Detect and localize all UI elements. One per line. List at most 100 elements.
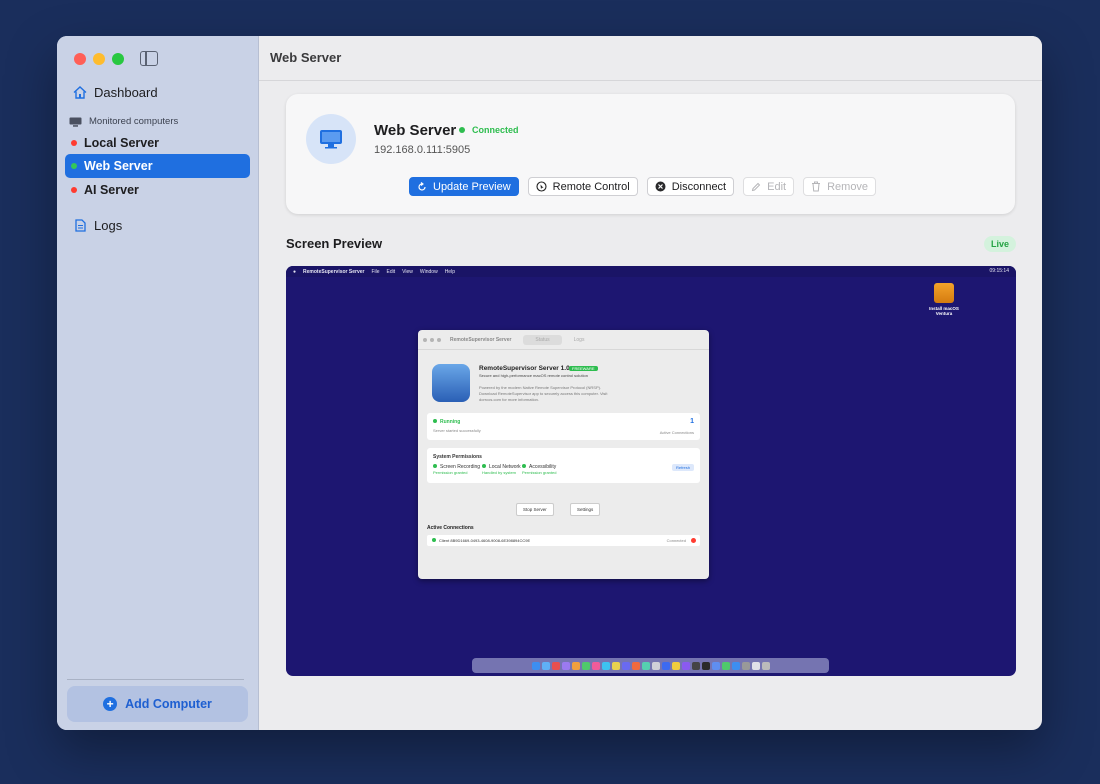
status-dot [71, 163, 77, 169]
remote-connection-count: 1 [690, 418, 694, 425]
remote-control-icon [536, 181, 547, 192]
status-dot [459, 127, 465, 133]
sidebar-toggle-icon[interactable] [140, 51, 158, 66]
status-badge: Connected [459, 125, 519, 135]
remove-button[interactable]: Remove [803, 177, 877, 196]
title-bar: Web Server [259, 36, 1042, 81]
disconnect-label: Disconnect [671, 180, 727, 193]
computer-name: Web Server [374, 122, 457, 139]
computer-card: Web Server Connected 192.168.0.111:5905 … [286, 94, 1015, 214]
house-icon [72, 85, 88, 99]
remote-app-long: Powered by the modern Native Remote Supe… [479, 385, 608, 402]
trash-icon [811, 181, 821, 192]
remote-menu: Help [444, 268, 455, 275]
main-content: Web Server Web Server Connected 192.168.… [259, 36, 1042, 730]
remote-refresh: Refresh [671, 464, 694, 471]
remote-app-badge: FREEWARE [569, 366, 598, 371]
close-button[interactable] [74, 53, 86, 65]
remote-menubar: ● RemoteSupervisor Server File Edit View… [286, 266, 1016, 277]
update-preview-button[interactable]: Update Preview [409, 177, 519, 196]
server-label: Web Server [84, 159, 153, 173]
live-badge: Live [984, 236, 1017, 252]
server-label: AI Server [84, 183, 139, 197]
desktop-icon [319, 129, 343, 149]
section-title: Screen Preview [286, 236, 383, 251]
edit-label: Edit [767, 180, 787, 193]
desktop-icon-label: Install macOS Ventura [929, 306, 959, 316]
status-dot [71, 187, 77, 193]
sidebar-item-ai-server[interactable]: AI Server [65, 178, 250, 202]
monitor-icon [69, 117, 82, 127]
avatar [306, 114, 356, 164]
sidebar-item-dashboard[interactable]: Dashboard [65, 80, 250, 104]
remote-dot [423, 337, 427, 342]
update-preview-label: Update Preview [433, 180, 511, 193]
remote-running-sub: Server started successfully [433, 428, 481, 433]
document-icon [72, 218, 88, 232]
remote-titlebar: RemoteSupervisor Server Status Logs [418, 330, 709, 350]
sidebar-item-label: Logs [94, 217, 123, 233]
remote-status-card: Running Server started successfully 1 Ac… [427, 413, 700, 440]
remote-settings-button: Settings [570, 503, 601, 516]
section-label-text: Monitored computers [89, 116, 179, 127]
installer-icon [934, 283, 954, 303]
sidebar-item-local-server[interactable]: Local Server [65, 131, 250, 155]
remote-active-title: Active Connections [427, 525, 474, 531]
computer-address: 192.168.0.111:5905 [374, 144, 471, 156]
remote-clock: 09:15:14 [989, 268, 1009, 274]
remote-app-desc: Secure and high-performance macOS remote… [479, 373, 588, 378]
minimize-button[interactable] [93, 53, 105, 65]
plus-icon: + [103, 697, 118, 711]
remote-menu: File [371, 268, 380, 275]
screen-preview[interactable]: ● RemoteSupervisor Server File Edit View… [286, 266, 1016, 676]
remote-control-label: Remote Control [552, 180, 630, 193]
desktop-installer-icon: Install macOS Ventura [924, 283, 964, 316]
status-text: Connected [472, 125, 519, 135]
sidebar-item-web-server[interactable]: Web Server [65, 154, 250, 178]
remote-menu: Edit [386, 268, 396, 275]
remote-connection-row: Client 8B9D1669-0493-4608-9008-6E398894C… [427, 535, 700, 546]
add-computer-label: Add Computer [125, 697, 212, 711]
remote-dock [472, 658, 829, 673]
refresh-icon [417, 181, 427, 192]
server-label: Local Server [84, 136, 160, 150]
remote-window-title: RemoteSupervisor Server [450, 336, 512, 343]
remote-tab-status: Status [523, 334, 562, 345]
app-icon [432, 364, 470, 402]
remote-menu: View [402, 268, 413, 275]
add-computer-button[interactable]: + Add Computer [67, 686, 248, 722]
action-buttons: Update Preview Remote Control Disconnect [409, 177, 877, 196]
remote-connection-label: Active Connections [659, 430, 694, 435]
remote-tab-logs: Logs [573, 336, 585, 343]
remote-running: Running [433, 419, 460, 425]
x-circle-icon [655, 181, 666, 192]
remote-menu: Window [419, 268, 438, 275]
remote-app-name: RemoteSupervisor Server [303, 268, 365, 275]
sidebar-item-label: Dashboard [94, 84, 158, 100]
divider [67, 679, 244, 680]
remote-permissions-card: System Permissions Screen Recording Permi… [427, 448, 700, 483]
remote-perm: Screen Recording Permission granted [433, 464, 481, 475]
remote-dot [430, 337, 434, 342]
apple-icon: ● [293, 268, 297, 275]
remove-label: Remove [827, 180, 869, 193]
remote-dot [437, 337, 441, 342]
section-label: Monitored computers [69, 116, 178, 127]
window-controls [74, 53, 124, 65]
remote-perm-title: System Permissions [433, 454, 482, 460]
pencil-icon [751, 182, 761, 192]
remote-control-button[interactable]: Remote Control [527, 177, 638, 196]
remote-perm: Local Network Handled by system [482, 464, 521, 475]
remote-perm: Accessibility Permission granted [522, 464, 557, 475]
remote-app-title: RemoteSupervisor Server 1.0 [479, 365, 570, 372]
page-title: Web Server [270, 50, 342, 65]
disconnect-button[interactable]: Disconnect [646, 177, 735, 196]
remote-stop-button: Stop Server [516, 503, 554, 516]
sidebar: Dashboard Monitored computers Local Serv… [57, 36, 259, 730]
remote-close-icon [691, 538, 696, 543]
status-dot [71, 140, 77, 146]
zoom-button[interactable] [112, 53, 124, 65]
app-window: Dashboard Monitored computers Local Serv… [57, 36, 1042, 730]
edit-button[interactable]: Edit [743, 177, 795, 196]
sidebar-item-logs[interactable]: Logs [65, 213, 250, 237]
